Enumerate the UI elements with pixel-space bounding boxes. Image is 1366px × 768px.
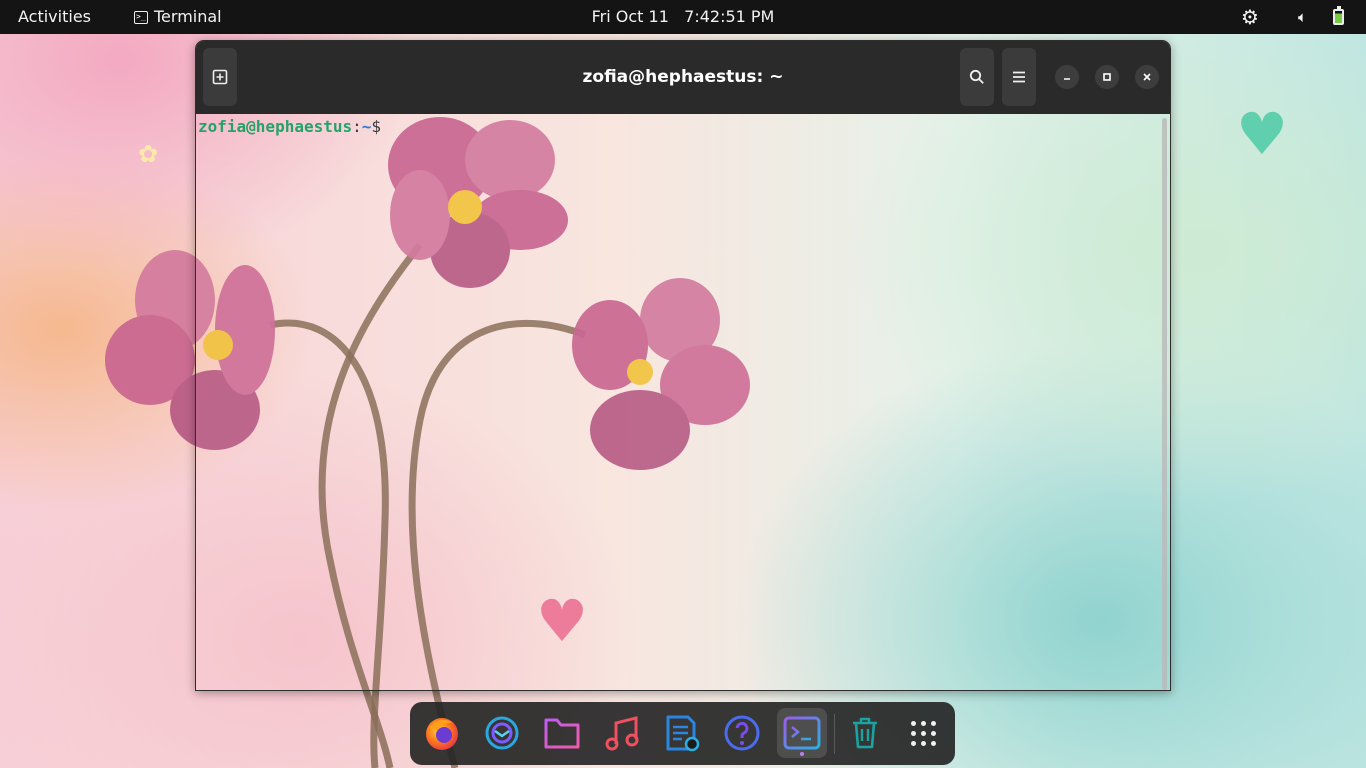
dock-terminal[interactable] [777, 708, 827, 758]
trash-icon [853, 717, 877, 749]
main-menu-button[interactable] [1002, 48, 1036, 106]
help-icon [724, 715, 760, 751]
app-menu-label: Terminal [154, 7, 222, 26]
new-tab-button[interactable] [203, 48, 237, 106]
dock-firefox[interactable] [417, 708, 467, 758]
prompt-user-host: zofia@hephaestus [198, 117, 353, 136]
dock-show-apps[interactable] [898, 708, 948, 758]
mail-icon [485, 716, 519, 750]
dock [410, 702, 955, 765]
hamburger-menu-icon [1013, 71, 1025, 83]
header-bar[interactable]: zofia@hephaestus: ~ [196, 41, 1170, 114]
terminal-app-icon: >_ [134, 10, 148, 24]
terminal-scrollbar[interactable] [1162, 118, 1167, 690]
volume-icon[interactable]: 🔈︎ [1298, 0, 1307, 34]
folder-icon [544, 718, 580, 749]
search-icon [969, 69, 984, 84]
maximize-icon [1103, 73, 1111, 81]
blossom-decoration: ✿ [138, 140, 159, 168]
document-icon [666, 715, 700, 752]
close-button[interactable] [1135, 65, 1159, 89]
battery-icon [1333, 6, 1344, 25]
dock-thunderbird[interactable] [477, 708, 527, 758]
activities-button[interactable]: Activities [18, 0, 91, 34]
firefox-icon [426, 718, 458, 750]
shell-prompt: zofia@hephaestus:~$ [198, 117, 381, 136]
minimize-button[interactable] [1055, 65, 1079, 89]
minimize-icon [1064, 78, 1070, 80]
new-tab-icon [212, 69, 228, 85]
clock[interactable]: Fri Oct 11 7:42:51 PM [592, 7, 775, 26]
dock-separator [834, 714, 835, 754]
dock-trash[interactable] [840, 708, 890, 758]
app-grid-icon [910, 720, 936, 746]
running-indicator [800, 752, 804, 756]
dock-music[interactable] [597, 708, 647, 758]
dock-files[interactable] [537, 708, 587, 758]
close-icon [1143, 73, 1151, 81]
search-button[interactable] [960, 48, 994, 106]
terminal-area[interactable]: zofia@hephaestus:~$ [196, 114, 1170, 690]
prompt-separator: : [352, 117, 362, 136]
top-bar: Activities >_ Terminal Fri Oct 11 7:42:5… [0, 0, 1366, 34]
app-menu[interactable]: >_ Terminal [134, 0, 222, 34]
dock-text-editor[interactable] [657, 708, 707, 758]
terminal-window: zofia@hephaestus: ~ zofia@hephaestus:~$ [195, 40, 1171, 691]
terminal-icon [783, 716, 821, 750]
music-note-icon [605, 716, 639, 751]
maximize-button[interactable] [1095, 65, 1119, 89]
prompt-directory: ~ [361, 117, 372, 136]
green-heart-decoration: ♥ [1236, 100, 1288, 168]
dock-help[interactable] [717, 708, 767, 758]
prompt-symbol: $ [371, 117, 382, 136]
settings-gear-icon[interactable]: ⚙ [1241, 0, 1259, 34]
